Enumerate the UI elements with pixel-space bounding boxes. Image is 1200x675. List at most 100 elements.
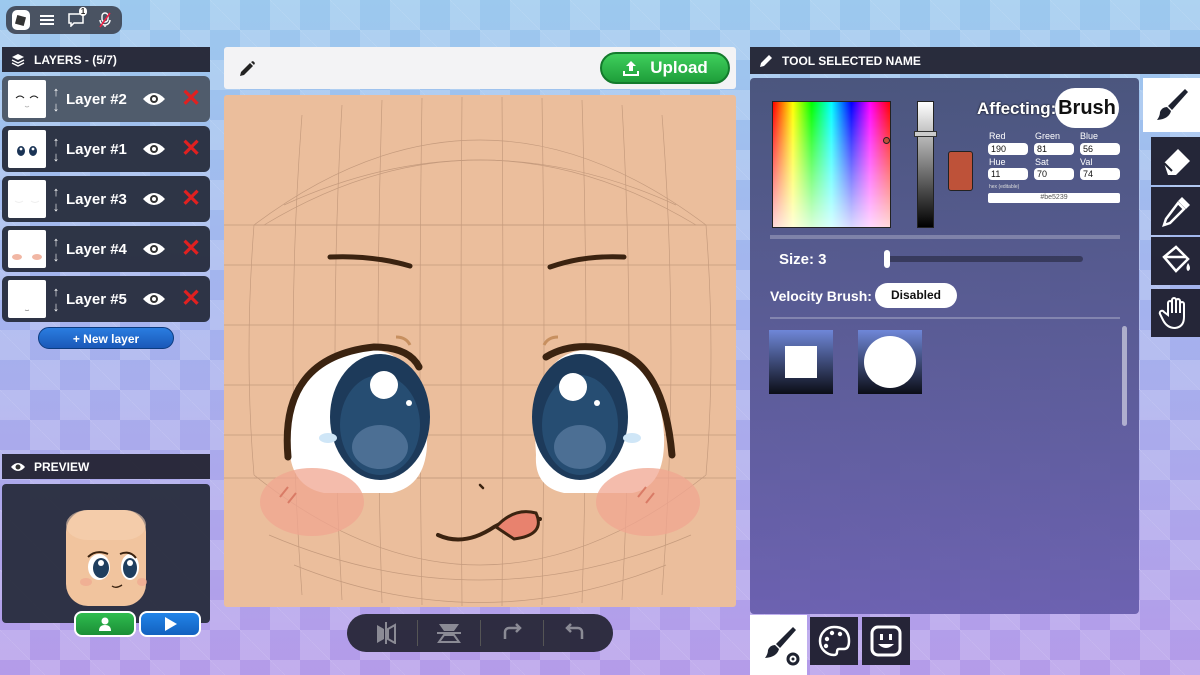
brush-settings-tab[interactable] (750, 615, 807, 675)
circle-brush-shape[interactable] (858, 330, 922, 394)
flip-vertical-icon[interactable] (427, 619, 471, 647)
layers-icon (11, 53, 25, 67)
layer-name: Layer #5 (66, 290, 127, 308)
color-picker-cursor[interactable] (883, 137, 890, 144)
preview-title: PREVIEW (34, 459, 90, 474)
eye-icon[interactable] (142, 191, 166, 207)
layer-row[interactable]: ↑ ↓ Layer #3 ✕ (2, 176, 210, 222)
shapes-scrollbar[interactable] (1122, 326, 1127, 426)
layer-thumbnail (8, 230, 46, 268)
reorder-arrows-icon[interactable]: ↑ ↓ (48, 234, 64, 264)
hue-field[interactable]: 11 (988, 168, 1028, 180)
layer-row[interactable]: ↑ ↓ Layer #5 ✕ (2, 276, 210, 322)
new-layer-button[interactable]: + New layer (38, 327, 174, 349)
tool-title: TOOL SELECTED NAME (782, 53, 921, 68)
size-label: Size: 3 (779, 251, 827, 268)
menu-icon[interactable] (36, 9, 59, 31)
size-slider[interactable] (884, 256, 1083, 262)
layer-thumbnail (8, 280, 46, 318)
delete-layer-icon[interactable]: ✕ (180, 87, 202, 111)
green-field[interactable]: 81 (1034, 143, 1074, 155)
layer-thumbnail (8, 180, 46, 218)
circle-shape-icon (864, 336, 916, 388)
play-icon (165, 617, 177, 631)
brush-settings-icon (764, 627, 799, 666)
size-slider-thumb[interactable] (884, 250, 890, 268)
undo-icon[interactable] (553, 619, 597, 647)
eye-icon[interactable] (142, 291, 166, 307)
red-field[interactable]: 190 (988, 143, 1028, 155)
brush-tool[interactable] (1143, 78, 1200, 132)
preview-header: PREVIEW (2, 454, 210, 479)
current-color-swatch (948, 151, 973, 191)
affecting-label: Affecting: (977, 99, 1057, 118)
blue-field[interactable]: 56 (1080, 143, 1120, 155)
head-preview (66, 510, 147, 606)
avatar-view-button[interactable] (74, 611, 136, 637)
value-slider-thumb[interactable] (914, 131, 937, 137)
affecting-value[interactable]: Brush (1055, 88, 1119, 128)
layer-name: Layer #1 (66, 140, 127, 158)
mic-muted-icon[interactable] (93, 9, 116, 31)
delete-layer-icon[interactable]: ✕ (180, 237, 202, 261)
val-field[interactable]: 74 (1080, 168, 1120, 180)
layers-title: LAYERS - (5/7) (34, 52, 117, 67)
section-divider (770, 235, 1120, 239)
blue-label: Blue (1080, 131, 1099, 141)
roblox-logo-icon[interactable] (12, 10, 30, 30)
upload-button[interactable]: Upload (600, 52, 730, 84)
canvas-toolbar (347, 614, 613, 652)
delete-layer-icon[interactable]: ✕ (180, 287, 202, 311)
pencil-icon (760, 54, 772, 67)
velocity-brush-label: Velocity Brush: (770, 288, 872, 304)
eye-icon[interactable] (142, 91, 166, 107)
pencil-icon[interactable] (238, 60, 256, 78)
reorder-arrows-icon[interactable]: ↑ ↓ (48, 84, 64, 114)
notification-badge: 1 (78, 7, 88, 16)
flip-horizontal-icon[interactable] (364, 619, 408, 647)
red-label: Red (989, 131, 1006, 141)
paint-bucket-icon (1161, 245, 1190, 273)
hand-icon (1158, 297, 1185, 330)
delete-layer-icon[interactable]: ✕ (180, 137, 202, 161)
eraser-tool[interactable] (1151, 137, 1200, 185)
redo-icon[interactable] (490, 619, 534, 647)
delete-layer-icon[interactable]: ✕ (180, 187, 202, 211)
sat-field[interactable]: 70 (1034, 168, 1074, 180)
reorder-arrows-icon[interactable]: ↑ ↓ (48, 284, 64, 314)
palette-tab[interactable] (810, 617, 858, 665)
value-slider[interactable] (917, 101, 934, 228)
drawing-canvas[interactable] (224, 95, 736, 607)
eyedropper-tool[interactable] (1151, 187, 1200, 235)
roblox-topbar: 1 (6, 6, 122, 34)
person-icon (99, 617, 111, 631)
velocity-brush-toggle[interactable]: Disabled (875, 283, 957, 308)
preview-viewport[interactable] (2, 484, 210, 623)
upload-label: Upload (650, 58, 708, 77)
hand-tool[interactable] (1151, 289, 1200, 337)
hex-field[interactable]: #be5239 (988, 193, 1120, 203)
eye-icon[interactable] (142, 141, 166, 157)
brush-icon (1156, 89, 1188, 120)
reorder-arrows-icon[interactable]: ↑ ↓ (48, 184, 64, 214)
toolbar-divider (479, 620, 481, 646)
eraser-icon (1162, 149, 1190, 175)
toolbar-divider (542, 620, 544, 646)
eye-icon (11, 462, 25, 471)
val-label: Val (1080, 157, 1093, 167)
face-tab[interactable] (862, 617, 910, 665)
chat-icon[interactable]: 1 (64, 7, 88, 31)
layer-row[interactable]: ↑ ↓ Layer #1 ✕ (2, 126, 210, 172)
square-brush-shape[interactable] (769, 330, 833, 394)
layer-row[interactable]: ↑ ↓ Layer #2 ✕ (2, 76, 210, 122)
eye-icon[interactable] (142, 241, 166, 257)
color-picker-square[interactable] (772, 101, 891, 228)
reorder-arrows-icon[interactable]: ↑ ↓ (48, 134, 64, 164)
paint-bucket-tool[interactable] (1151, 237, 1200, 285)
sat-label: Sat (1035, 157, 1049, 167)
layer-row[interactable]: ↑ ↓ Layer #4 ✕ (2, 226, 210, 272)
hex-label: hex (editable) (989, 184, 1020, 190)
layer-thumbnail (8, 80, 46, 118)
play-button[interactable] (139, 611, 201, 637)
green-label: Green (1035, 131, 1061, 141)
